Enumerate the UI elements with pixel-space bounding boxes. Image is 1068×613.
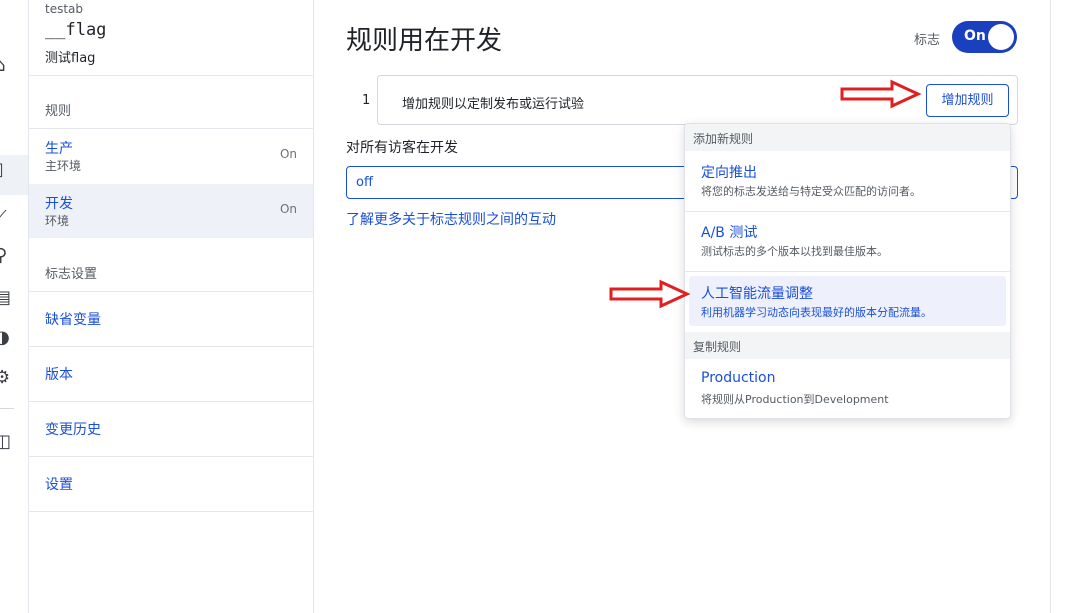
nav-icon[interactable]: ▯	[0, 160, 4, 180]
menu-divider	[685, 271, 1010, 272]
add-rule-button[interactable]: 增加规则	[926, 84, 1009, 117]
nav-icon[interactable]: ⟋	[0, 208, 7, 228]
env-status: On	[279, 202, 297, 216]
sidebar-link-versions[interactable]: 版本	[29, 347, 313, 402]
flag-name: 测试flag	[45, 51, 96, 66]
menu-item-title: 人工智能流量调整	[701, 286, 813, 302]
menu-item-desc: 将您的标志发送给与特定受众匹配的访问者。	[701, 185, 921, 198]
project-name: testab	[45, 2, 84, 16]
menu-item-ab-test[interactable]: A/B 测试 测试标志的多个版本以找到最佳版本。	[685, 211, 1010, 269]
nav-icon[interactable]: ⌂	[0, 56, 5, 76]
menu-item-title: A/B 测试	[701, 225, 758, 241]
menu-section-label: 添加新规则	[693, 132, 754, 146]
rules-section-label: 规则	[45, 104, 72, 119]
nav-icon[interactable]: ⚲	[0, 246, 7, 266]
nav-icon[interactable]: ▤	[0, 288, 11, 308]
learn-more-link[interactable]: 了解更多关于标志规则之间的互动	[346, 209, 556, 229]
annotation-arrow-icon	[840, 79, 922, 109]
env-item-production[interactable]: 生产 主环境 On	[29, 129, 313, 183]
env-desc: 主环境	[45, 159, 82, 173]
env-name: 生产	[45, 141, 73, 157]
env-name: 开发	[45, 196, 73, 212]
nav-icon[interactable]: ◑	[0, 328, 10, 348]
rule-prompt: 增加规则以定制发布或运行试验	[402, 97, 585, 112]
env-desc: 环境	[45, 214, 70, 228]
menu-section-header: 添加新规则	[685, 124, 1010, 151]
toggle-knob	[988, 24, 1014, 50]
sidebar-link-label: 变更历史	[45, 422, 101, 438]
sidebar-link-label: 缺省变量	[45, 312, 101, 328]
default-rule-label: 对所有访客在开发	[346, 140, 458, 156]
sidebar-link-label: 版本	[45, 367, 73, 383]
flag-key: __flag	[45, 20, 107, 40]
menu-item-copy-production[interactable]: Production 将规则从Production到Development	[685, 359, 1010, 417]
toggle-state: On	[964, 28, 986, 44]
menu-item-desc: 将规则从Production到Development	[701, 393, 889, 406]
menu-item-title: 定向推出	[701, 165, 757, 181]
annotation-arrow-icon	[609, 279, 691, 309]
sidebar-link-history[interactable]: 变更历史	[29, 402, 313, 457]
sidebar-link-settings[interactable]: 设置	[29, 457, 313, 512]
menu-item-desc: 利用机器学习动态向表现最好的版本分配流量。	[701, 306, 932, 319]
rail-active-indicator	[0, 155, 28, 195]
rule-number: 1	[362, 93, 371, 108]
sidebar-link-label: 设置	[45, 477, 73, 493]
divider	[29, 75, 313, 76]
menu-item-targeted-rollout[interactable]: 定向推出 将您的标志发送给与特定受众匹配的访问者。	[685, 151, 1010, 209]
content-border	[1050, 0, 1051, 613]
env-status: On	[279, 147, 297, 161]
menu-item-ai-traffic[interactable]: 人工智能流量调整 利用机器学习动态向表现最好的版本分配流量。	[689, 276, 1006, 326]
env-item-development[interactable]: 开发 环境 On	[29, 184, 313, 238]
nav-icon[interactable]: ⚙	[0, 368, 10, 388]
flag-toggle-label: 标志	[914, 33, 941, 48]
flag-sidebar: testab __flag 测试flag 规则 生产 主环境 On 开发 环境 …	[29, 0, 314, 613]
nav-icon[interactable]: ◫	[0, 432, 11, 452]
sidebar-link-default-variation[interactable]: 缺省变量	[29, 292, 313, 347]
icon-rail: ⌂ ▯ ⟋ ⚲ ▤ ◑ ⚙ ◫	[0, 0, 29, 613]
add-rule-menu: 添加新规则 定向推出 将您的标志发送给与特定受众匹配的访问者。 A/B 测试 测…	[684, 123, 1011, 419]
default-variation-value: off	[356, 175, 373, 190]
menu-item-desc: 测试标志的多个版本以找到最佳版本。	[701, 245, 888, 258]
menu-section-header: 复制规则	[685, 332, 1010, 359]
flag-toggle[interactable]: On	[952, 21, 1017, 53]
rail-divider	[0, 408, 14, 409]
menu-item-title: Production	[701, 370, 776, 386]
settings-section-label: 标志设置	[45, 267, 98, 282]
page-title: 规则用在开发	[346, 26, 503, 56]
menu-section-label: 复制规则	[693, 340, 742, 354]
